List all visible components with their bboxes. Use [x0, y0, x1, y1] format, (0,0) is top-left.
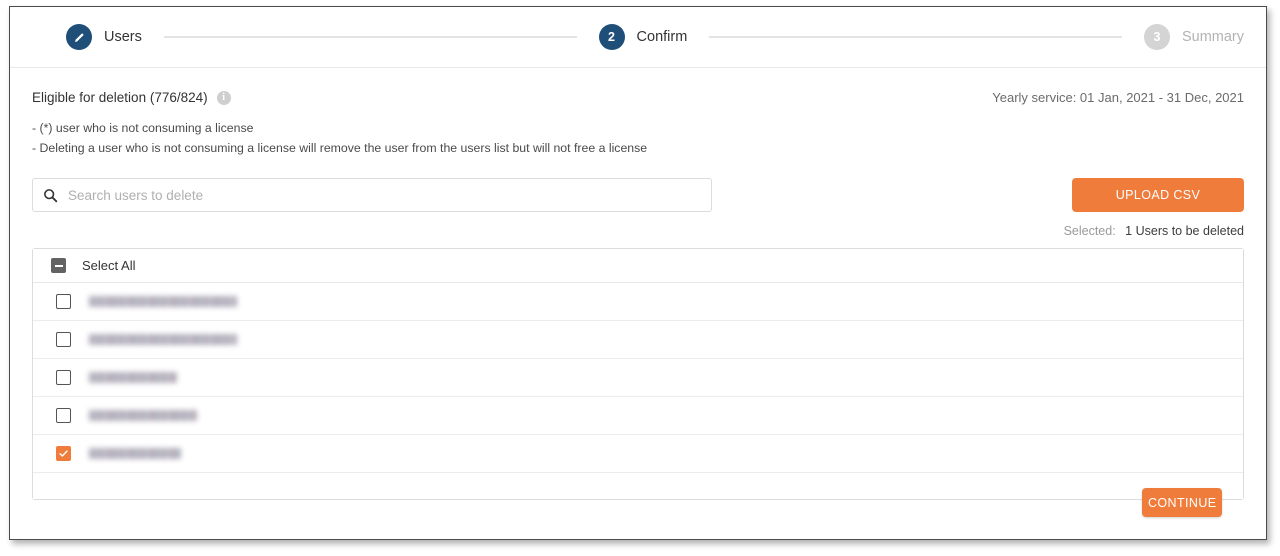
- step-connector-2: [709, 36, 1122, 38]
- step-confirm-circle: 2: [598, 24, 625, 50]
- footer-actions: CONTINUE: [32, 488, 1244, 548]
- select-all-label: Select All: [82, 258, 136, 273]
- user-email-redacted: [89, 448, 181, 459]
- selected-count-row: Selected: 1 Users to be deleted: [32, 224, 1244, 238]
- search-box[interactable]: [32, 178, 712, 212]
- search-input[interactable]: [66, 186, 701, 204]
- user-email-redacted: [89, 410, 197, 421]
- selected-label: Selected:: [1063, 224, 1116, 238]
- table-footer-spacer: [33, 473, 1243, 499]
- continue-button[interactable]: CONTINUE: [1142, 488, 1222, 517]
- step-summary[interactable]: 3 Summary: [1143, 24, 1244, 50]
- user-email-redacted: [89, 296, 237, 307]
- pencil-icon: [74, 32, 84, 42]
- table-row[interactable]: [33, 359, 1243, 397]
- step-users[interactable]: Users: [66, 24, 142, 50]
- row-checkbox[interactable]: [56, 446, 71, 461]
- wizard-stepper: Users 2 Confirm 3 Summary: [10, 7, 1266, 67]
- table-row[interactable]: [33, 283, 1243, 321]
- table-row[interactable]: [33, 321, 1243, 359]
- eligible-label: Eligible for deletion (776/824): [32, 90, 208, 105]
- summary-row: Eligible for deletion (776/824) i Yearly…: [32, 90, 1244, 105]
- row-checkbox[interactable]: [56, 332, 71, 347]
- note-line-2: - Deleting a user who is not consuming a…: [32, 141, 648, 155]
- table-header-row[interactable]: Select All: [33, 249, 1243, 283]
- main-content: Eligible for deletion (776/824) i Yearly…: [10, 68, 1266, 548]
- step-confirm[interactable]: 2 Confirm: [598, 24, 688, 50]
- step-connector-1: [163, 36, 577, 38]
- upload-csv-button[interactable]: UPLOAD CSV: [1072, 178, 1244, 212]
- app-window: Users 2 Confirm 3 Summary Eligible for d…: [9, 6, 1267, 540]
- users-table: Select All: [32, 248, 1244, 500]
- step-summary-circle: 3: [1143, 24, 1170, 50]
- step-users-circle: [66, 24, 92, 50]
- screenshot-root: Users 2 Confirm 3 Summary Eligible for d…: [0, 0, 1280, 556]
- tools-row: UPLOAD CSV: [32, 178, 1244, 212]
- user-email-redacted: [89, 372, 177, 383]
- row-checkbox[interactable]: [56, 294, 71, 309]
- step-confirm-label: Confirm: [636, 29, 688, 45]
- user-email-redacted: [89, 334, 237, 345]
- info-icon[interactable]: i: [216, 90, 231, 105]
- row-checkbox[interactable]: [56, 370, 71, 385]
- selected-value: 1 Users to be deleted: [1125, 224, 1244, 238]
- yearly-service-label: Yearly service: 01 Jan, 2021 - 31 Dec, 2…: [992, 90, 1244, 105]
- search-icon: [44, 188, 58, 202]
- step-users-label: Users: [104, 29, 142, 45]
- select-all-checkbox[interactable]: [51, 258, 66, 273]
- row-checkbox[interactable]: [56, 408, 71, 423]
- note-line-1: - (*) user who is not consuming a licens…: [32, 121, 254, 135]
- check-icon: [59, 450, 68, 457]
- notes-block: - (*) user who is not consuming a licens…: [32, 118, 1244, 158]
- table-row[interactable]: [33, 397, 1243, 435]
- eligible-for-deletion: Eligible for deletion (776/824) i: [32, 90, 231, 105]
- step-summary-label: Summary: [1181, 29, 1244, 45]
- table-row[interactable]: [33, 435, 1243, 473]
